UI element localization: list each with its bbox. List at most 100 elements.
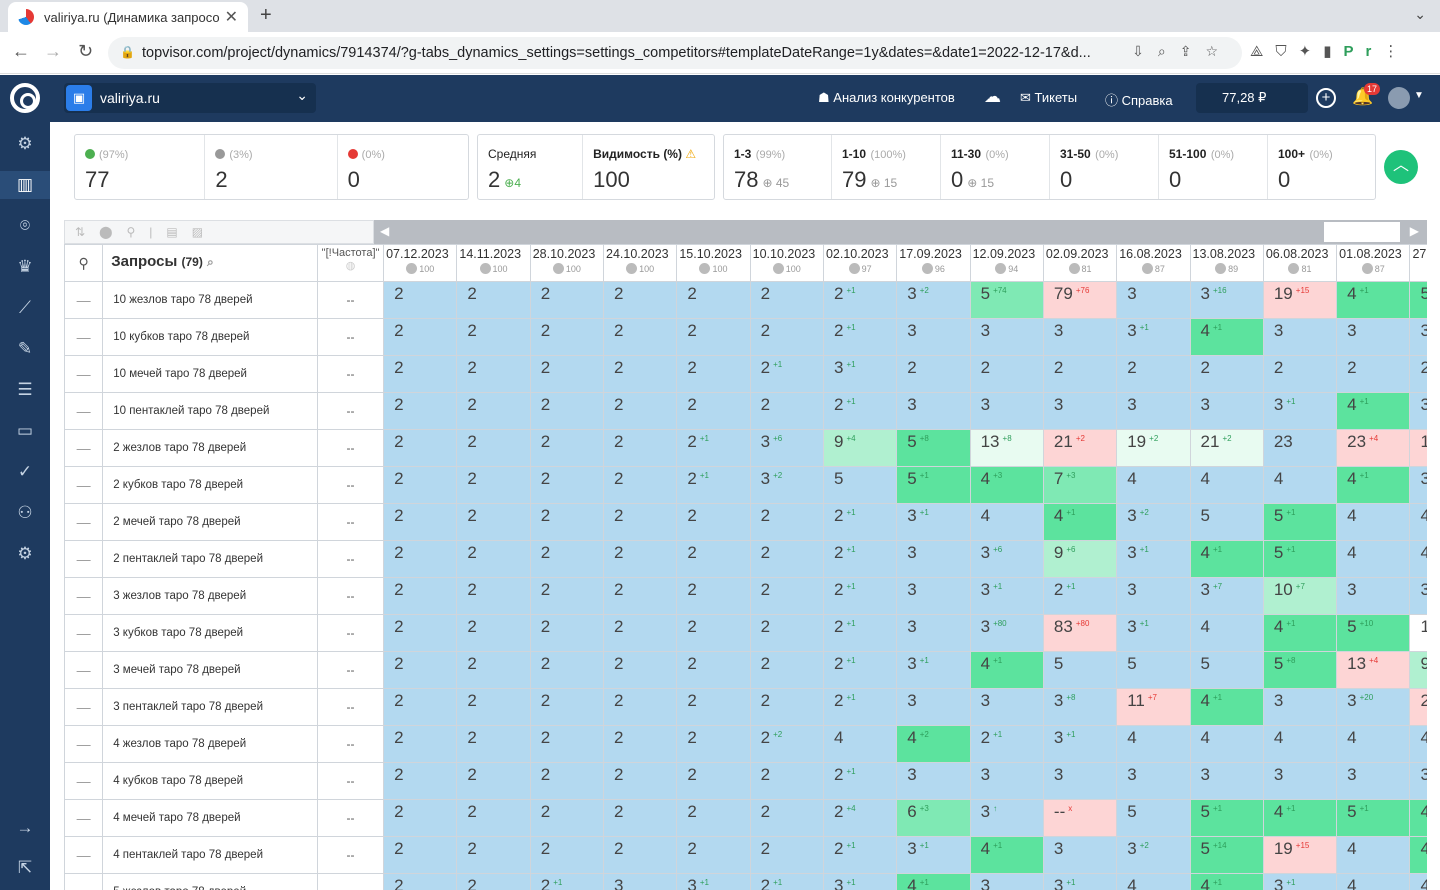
position-cell[interactable]: 4 [1336,540,1411,578]
range-31-50[interactable]: 31-50 (0%) 0 [1050,135,1159,199]
position-cell[interactable]: 2 [456,762,531,800]
sidebar-positions-icon[interactable]: ▥ [15,175,35,195]
pr-extension-icon[interactable]: Pr [1344,43,1384,60]
position-cell[interactable]: 3 +2 [1116,836,1191,874]
position-cell[interactable]: 79 +76 [1042,281,1118,319]
position-cell[interactable]: 2 +1 [822,281,898,319]
query-keyword[interactable]: 3 пентаклей таро 78 дверей [102,688,318,726]
position-cell[interactable]: 4 [1189,614,1264,652]
position-cell[interactable]: 83 +80 [1042,614,1118,652]
position-cell[interactable]: 5 +1 [896,466,971,504]
position-cell[interactable]: 9 +6 [1042,540,1118,578]
query-keyword[interactable]: 10 жезлов таро 78 дверей [102,281,318,319]
position-cell[interactable]: 5+15 [1409,281,1427,319]
position-cell[interactable]: 2 [1336,355,1411,393]
position-cell[interactable]: 5 +8 [896,429,971,467]
position-cell[interactable]: 2 [456,799,531,837]
position-cell[interactable]: 2 [603,688,678,726]
project-selector[interactable]: ▣ valiriya.ru ⌄ [64,83,316,113]
position-cell[interactable]: 4 [1409,540,1427,578]
position-cell[interactable]: 19 +2 [1116,429,1191,467]
position-cell[interactable]: 3+1 [1116,318,1191,356]
position-cell[interactable]: 2 [676,651,751,689]
avatar-chevron-icon[interactable]: ▼ [1414,90,1424,101]
position-cell[interactable]: 2 [529,503,605,541]
position-cell[interactable]: 2 [749,392,824,430]
range-100-plus[interactable]: 100+ (0%) 0 [1268,135,1375,199]
avatar[interactable] [1388,87,1410,109]
row-toggle[interactable]: — [64,540,104,578]
position-cell[interactable]: 2 +1 [822,836,898,874]
export-icon[interactable]: ▤ [166,225,191,239]
position-cell[interactable]: 4 [1116,466,1191,504]
position-cell[interactable]: 5 +8 [1262,651,1338,689]
position-cell[interactable]: 3 +80 [969,614,1044,652]
position-cell[interactable]: 4+1 [1189,318,1264,356]
position-cell[interactable]: 4 [1336,503,1411,541]
position-cell[interactable]: 2 [383,651,458,689]
position-cell[interactable]: 3 [896,577,971,615]
position-cell[interactable]: 5 +74 [969,281,1044,319]
position-cell[interactable]: 3+1 [676,873,751,890]
row-toggle[interactable]: — [64,651,104,689]
position-cell[interactable]: 2 [383,466,458,504]
position-cell[interactable]: 2 [676,614,751,652]
position-cell[interactable]: 2 +1 [749,355,824,393]
position-cell[interactable]: 2 [456,540,531,578]
position-cell[interactable]: 2 [603,281,678,319]
query-keyword[interactable]: 2 мечей таро 78 дверей [102,503,318,541]
position-cell[interactable]: 3 [896,614,971,652]
query-keyword[interactable]: 10 пентаклей таро 78 дверей [102,392,318,430]
horizontal-scrollbar[interactable]: ◀ ▶ [374,220,1427,244]
position-cell[interactable]: 3 +6 [969,540,1044,578]
position-cell[interactable]: 3 [1409,466,1427,504]
position-cell[interactable]: 2 +1 [822,318,898,356]
row-toggle[interactable]: — [64,836,104,874]
position-cell[interactable]: 2 +1 [676,429,751,467]
position-cell[interactable]: 2 [749,836,824,874]
scroll-thumb[interactable] [1324,222,1400,242]
position-cell[interactable]: 2 +4 [822,799,898,837]
position-cell[interactable]: 2 [603,614,678,652]
position-cell[interactable]: 21 +2 [1189,429,1264,467]
position-cell[interactable]: 3 [1336,762,1411,800]
scroll-right-icon[interactable]: ▶ [1410,224,1419,238]
position-cell[interactable]: 2 [529,466,605,504]
position-cell[interactable]: 3 +20 [1336,688,1411,726]
share-icon[interactable]: ⇪ [1180,43,1206,59]
position-cell[interactable]: 2 [1262,355,1338,393]
range-1-10[interactable]: 1-10 (100%) 79 ⊕ 15 [832,135,941,199]
position-cell[interactable]: 2 [456,614,531,652]
row-toggle[interactable]: — [64,503,104,541]
position-cell[interactable]: 2 [749,651,824,689]
position-cell[interactable]: 2 [1189,355,1264,393]
sidebar-trophy-icon[interactable]: ♛ [15,257,35,277]
scroll-left-icon[interactable]: ◀ [380,224,389,238]
position-cell[interactable]: 2 [603,466,678,504]
header-date[interactable]: 07.12.2023 100 [383,244,458,282]
summary-avg[interactable]: Средняя 2 ⊕4 [478,135,584,199]
position-cell[interactable]: 2 +1 [676,466,751,504]
position-cell[interactable]: 3 [1189,392,1264,430]
header-date[interactable]: 14.11.2023 100 [456,244,531,282]
position-cell[interactable]: 2 [529,281,605,319]
position-cell[interactable]: 4 [1189,725,1264,763]
position-cell[interactable]: 2 [603,392,678,430]
position-cell[interactable]: 7 +3 [1042,466,1118,504]
row-toggle[interactable]: — [64,466,104,504]
position-cell[interactable]: 4+1 [896,873,971,890]
position-cell[interactable]: 2 [529,725,605,763]
position-cell[interactable]: 3 [896,318,971,356]
position-cell[interactable]: 2+2 [1409,355,1427,393]
position-cell[interactable]: 3 [969,318,1044,356]
position-cell[interactable]: 3 [1042,836,1118,874]
header-link-cell[interactable]: ⚲ [64,244,104,282]
position-cell[interactable]: 3 +7 [1189,577,1264,615]
position-cell[interactable]: 2 +1 [822,503,898,541]
header-date[interactable]: 01.08.2023 87 [1336,244,1411,282]
position-cell[interactable]: 2 [529,429,605,467]
range-11-30[interactable]: 11-30 (0%) 0 ⊕ 15 [941,135,1050,199]
position-cell[interactable]: 3 [969,873,1044,890]
position-cell[interactable]: 2 [676,799,751,837]
position-cell[interactable]: 5 [1116,799,1191,837]
